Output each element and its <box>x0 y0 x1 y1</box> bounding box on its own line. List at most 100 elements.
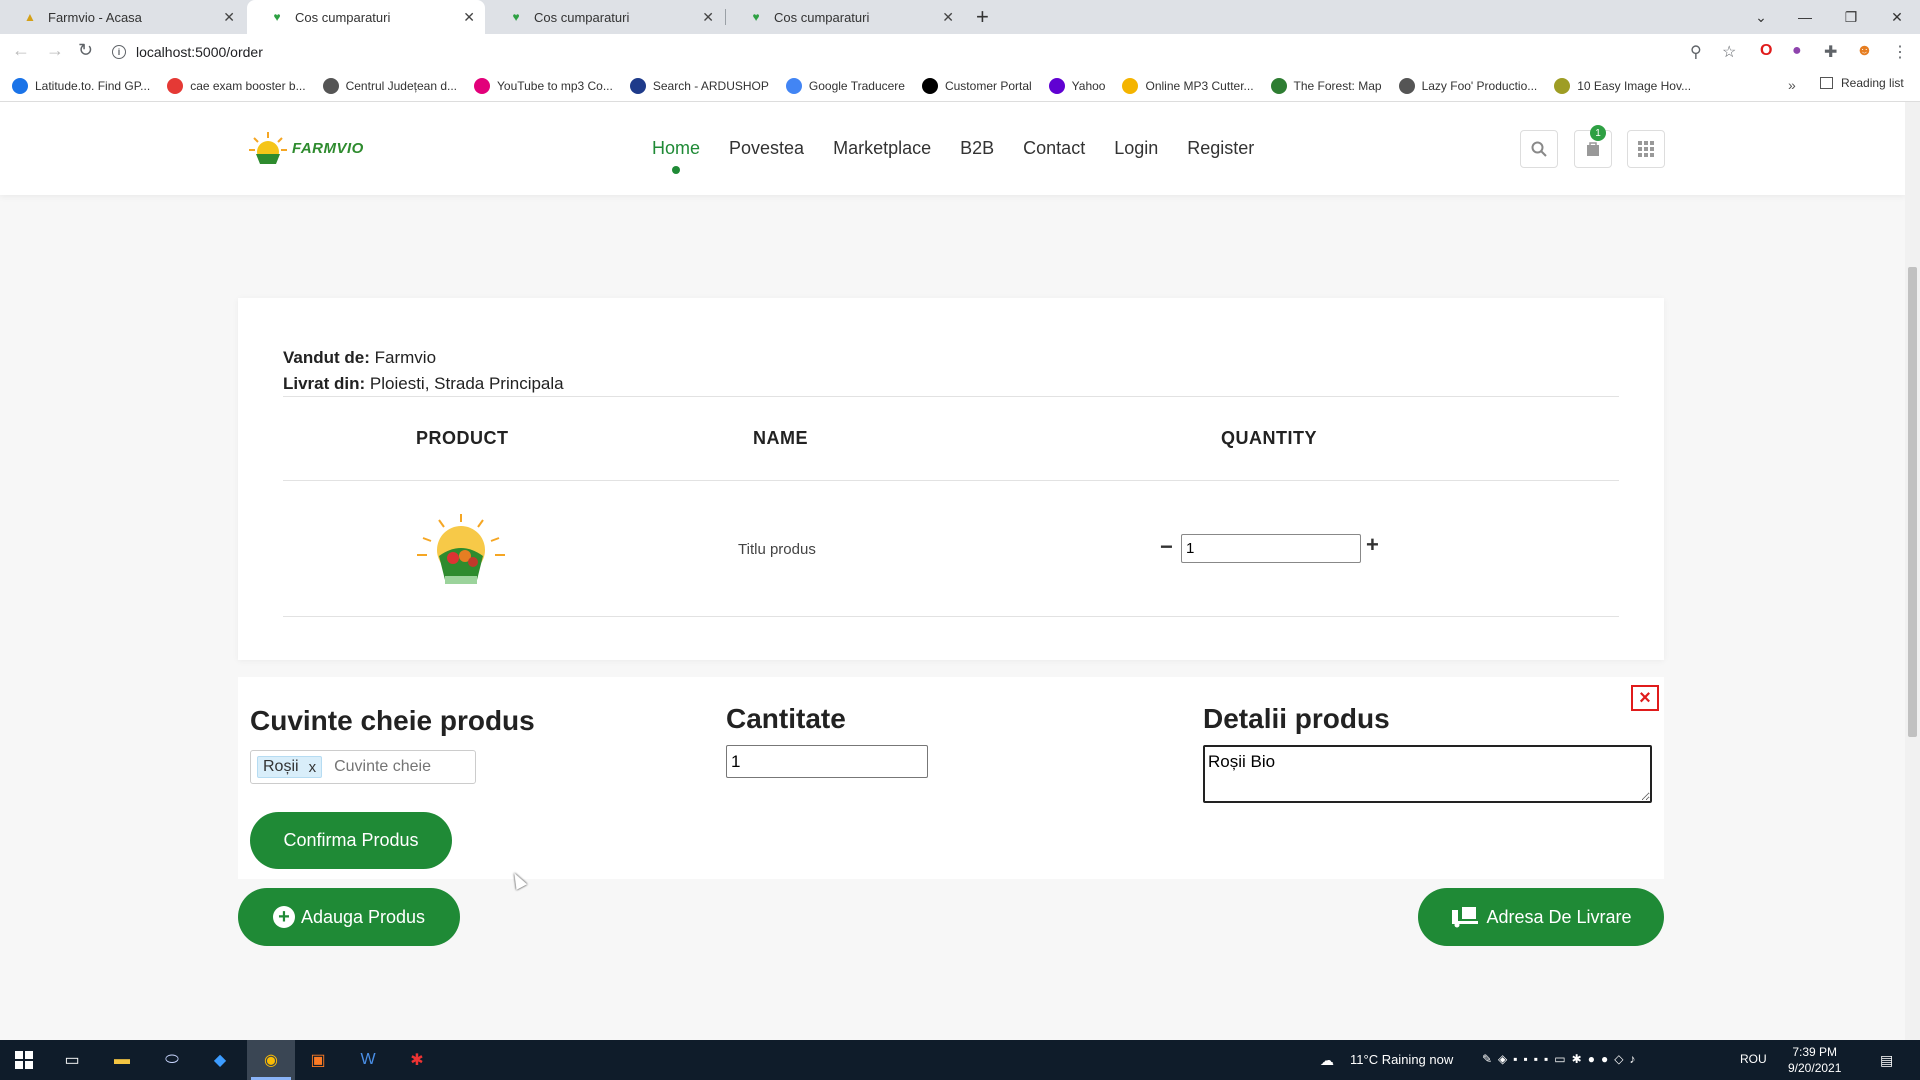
cart-button[interactable]: 1 <box>1574 125 1612 168</box>
apps-menu-button[interactable] <box>1627 130 1665 168</box>
language-indicator[interactable]: ROU <box>1740 1052 1767 1066</box>
clock[interactable]: 7:39 PM 9/20/2021 <box>1788 1044 1841 1076</box>
bookmark-item[interactable]: Search - ARDUSHOP <box>629 77 769 94</box>
reading-list-icon <box>1820 77 1833 89</box>
bookmark-item[interactable]: Centrul Județean d... <box>322 77 457 94</box>
address-bar: ← → ↻ i localhost:5000/order ⚲ ☆ O ● ✚ ☻… <box>0 34 1920 70</box>
browser-tab[interactable]: ♥ Cos cumparaturi ✕ <box>726 0 964 34</box>
tab-title: Farmvio - Acasa <box>48 9 142 25</box>
bookmark-item[interactable]: cae exam booster b... <box>167 77 306 94</box>
bookmark-item[interactable]: Yahoo <box>1048 77 1105 94</box>
bookmark-item[interactable]: The Forest: Map <box>1270 77 1382 94</box>
nav-register[interactable]: Register <box>1187 138 1254 159</box>
delivery-address-button[interactable]: Adresa De Livrare <box>1418 888 1664 946</box>
close-form-icon[interactable]: × <box>1631 685 1659 711</box>
profile-avatar-icon[interactable]: ☻ <box>1856 42 1873 60</box>
bookmark-favicon-icon <box>629 77 646 94</box>
farmvio-logo[interactable]: FARMVIO <box>248 130 368 166</box>
bookmark-star-icon[interactable]: ☆ <box>1722 42 1736 62</box>
nav-contact[interactable]: Contact <box>1023 138 1085 159</box>
browser-tab[interactable]: ▲ Farmvio - Acasa ✕ <box>0 0 245 34</box>
confirm-product-button[interactable]: Confirma Produs <box>250 812 452 869</box>
url-field[interactable]: i localhost:5000/order <box>112 38 1712 66</box>
browser-menu-icon[interactable]: ⋮ <box>1892 42 1908 62</box>
app-icon[interactable]: ✱ <box>405 1048 429 1072</box>
color-extension-icon[interactable]: ● <box>1792 42 1802 60</box>
browser-tab[interactable]: ♥ Cos cumparaturi ✕ <box>486 0 724 34</box>
green-leaf-favicon: ♥ <box>752 10 760 24</box>
logo-text: FARMVIO <box>292 139 364 157</box>
bookmark-item[interactable]: Online MP3 Cutter... <box>1122 77 1254 94</box>
zoom-icon[interactable]: ⚲ <box>1690 42 1702 62</box>
nav-povestea[interactable]: Povestea <box>729 138 804 159</box>
file-explorer-icon[interactable]: ▬ <box>110 1048 134 1072</box>
browser-tabstrip: ▲ Farmvio - Acasa ✕ ♥ Cos cumparaturi ✕ … <box>0 0 1920 34</box>
bookmark-item[interactable]: Google Traducere <box>785 77 905 94</box>
product-image <box>409 510 513 590</box>
nav-login[interactable]: Login <box>1114 138 1158 159</box>
back-icon[interactable]: ← <box>12 40 30 61</box>
page-scrollbar[interactable] <box>1905 102 1920 1040</box>
minimize-button[interactable]: — <box>1782 0 1828 34</box>
add-product-button[interactable]: + Adauga Produs <box>238 888 460 946</box>
windows-start-icon[interactable] <box>12 1048 36 1072</box>
bookmark-item[interactable]: 10 Easy Image Hov... <box>1554 77 1691 94</box>
nav-marketplace[interactable]: Marketplace <box>833 138 931 159</box>
chrome-icon[interactable]: ◉ <box>259 1048 283 1072</box>
new-tab-button[interactable]: + <box>976 4 989 30</box>
bookmark-item[interactable]: Customer Portal <box>921 77 1032 94</box>
word-icon[interactable]: W <box>356 1048 380 1072</box>
product-name: Titlu produs <box>738 541 816 558</box>
xampp-icon[interactable]: ▣ <box>306 1048 330 1072</box>
keyword-tag-remove-icon[interactable]: x <box>309 759 317 776</box>
vscode-icon[interactable]: ◆ <box>208 1048 232 1072</box>
tab-search-icon[interactable]: ⌄ <box>1738 0 1784 34</box>
clock-time: 7:39 PM <box>1792 1045 1838 1059</box>
bookmark-item[interactable]: Lazy Foo' Productio... <box>1398 77 1537 94</box>
quantity-increase-button[interactable]: + <box>1366 532 1379 558</box>
reload-icon[interactable]: ↻ <box>78 40 93 61</box>
bookmark-favicon-icon <box>167 77 184 94</box>
grid-icon <box>1638 141 1654 157</box>
forward-icon[interactable]: → <box>46 40 64 61</box>
quantity-field[interactable] <box>1181 534 1361 563</box>
task-view-icon[interactable]: ▭ <box>60 1048 84 1072</box>
quantity-decrease-button[interactable]: − <box>1160 534 1173 560</box>
reading-list-label: Reading list <box>1841 76 1904 90</box>
weather-icon[interactable]: ☁ <box>1320 1052 1334 1069</box>
scrollbar-thumb[interactable] <box>1908 267 1917 737</box>
weather-text[interactable]: 11°C Raining now <box>1350 1052 1453 1067</box>
bookmark-label: Search - ARDUSHOP <box>652 78 769 93</box>
tab-close-icon[interactable]: ✕ <box>463 9 475 26</box>
keywords-tag-input[interactable]: Roșii x <box>250 750 476 784</box>
search-button[interactable] <box>1520 130 1558 168</box>
tray-icons[interactable]: ✎◈▪▪▪▪▭✱●●◇♪ <box>1482 1052 1641 1066</box>
divider <box>283 480 1619 481</box>
bookmark-favicon-icon <box>1398 77 1415 94</box>
opera-extension-icon[interactable]: O <box>1760 42 1772 60</box>
tab-close-icon[interactable]: ✕ <box>702 9 714 26</box>
bookmark-item[interactable]: YouTube to mp3 Co... <box>474 77 613 94</box>
reading-list-button[interactable]: Reading list <box>1820 76 1904 90</box>
keywords-input[interactable] <box>334 758 455 776</box>
details-textarea[interactable]: Roșii Bio <box>1203 745 1652 803</box>
notifications-icon[interactable]: ▤ <box>1880 1052 1893 1069</box>
bookmarks-overflow-icon[interactable]: » <box>1788 77 1796 93</box>
sold-by-label: Vandut de: <box>283 348 370 367</box>
nav-b2b[interactable]: B2B <box>960 138 994 159</box>
nav-home[interactable]: Home <box>652 138 700 174</box>
app-icon[interactable]: ⬭ <box>160 1048 184 1072</box>
tab-close-icon[interactable]: ✕ <box>223 9 235 26</box>
bookmark-item[interactable]: Latitude.to. Find GP... <box>12 77 150 94</box>
site-info-icon[interactable]: i <box>112 45 126 59</box>
quantity-input[interactable] <box>726 745 928 778</box>
restore-button[interactable]: ❐ <box>1828 0 1874 34</box>
close-window-button[interactable]: ✕ <box>1874 0 1920 34</box>
bookmark-favicon-icon <box>921 77 938 94</box>
browser-tab-active[interactable]: ♥ Cos cumparaturi ✕ <box>247 0 485 34</box>
extensions-puzzle-icon[interactable]: ✚ <box>1824 42 1837 62</box>
tab-close-icon[interactable]: ✕ <box>942 9 954 26</box>
divider <box>283 616 1619 617</box>
farmvio-favicon: ▲ <box>24 10 36 24</box>
url-text: localhost:5000/order <box>136 44 263 60</box>
